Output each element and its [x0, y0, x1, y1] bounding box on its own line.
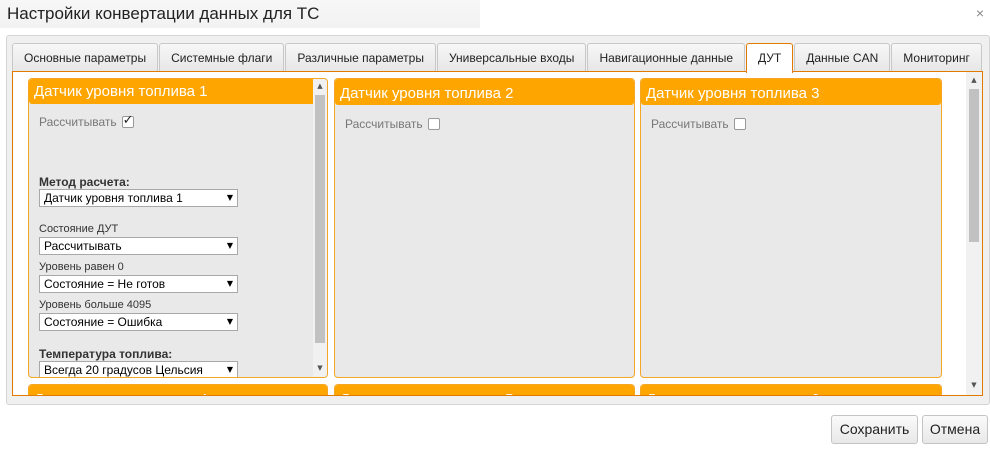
sensor-card-title: Датчик уровня топлива 3	[641, 79, 941, 105]
tab-fuel-sensors[interactable]: ДУТ	[746, 43, 794, 73]
sensor-card-4: Датчик уровня топлива 4	[28, 384, 328, 395]
chevron-down-icon: ▼	[226, 193, 233, 202]
calc-label: Рассчитывать	[39, 115, 117, 129]
card-scrollbar[interactable]: ▲ ▼	[313, 79, 327, 377]
calc-label: Рассчитывать	[345, 117, 423, 131]
sensor-card-title: Датчик уровня топлива 5	[335, 385, 634, 395]
calc-row: Рассчитывать	[39, 113, 134, 129]
calc-row: Рассчитывать	[345, 117, 440, 131]
level0-label: Уровень равен 0	[39, 261, 124, 273]
dialog-title-bar: Настройки конвертации данных для ТС ×	[0, 0, 990, 30]
tab-monitoring[interactable]: Мониторинг	[891, 43, 982, 72]
scrollbar-thumb[interactable]	[969, 89, 979, 242]
tab-basic-params[interactable]: Основные параметры	[12, 43, 159, 72]
temp-label: Температура топлива:	[39, 347, 173, 361]
sensor-card-6: Датчик уровня топлива 6	[640, 384, 942, 395]
sensor-card-5: Датчик уровня топлива 5	[334, 384, 635, 395]
state-label: Состояние ДУТ	[39, 223, 119, 235]
tab-content: Датчик уровня топлива 1 Рассчитывать Мет…	[12, 71, 983, 396]
sensor-card-3: Датчик уровня топлива 3 Рассчитывать	[640, 78, 942, 378]
level4095-label: Уровень больше 4095	[39, 299, 152, 311]
chevron-down-icon: ▼	[226, 279, 233, 288]
state-select-value: Рассчитывать	[44, 239, 122, 253]
method-select[interactable]: Датчик уровня топлива 1 ▼	[39, 189, 238, 207]
state-select[interactable]: Рассчитывать ▼	[39, 237, 238, 255]
tab-universal-inputs[interactable]: Универсальные входы	[436, 43, 587, 72]
chevron-down-icon: ▼	[226, 365, 233, 374]
tab-can-data[interactable]: Данные CAN	[794, 43, 891, 72]
chevron-down-icon: ▼	[226, 241, 233, 250]
calc-row: Рассчитывать	[651, 117, 746, 131]
method-label: Метод расчета:	[39, 175, 130, 189]
level4095-select-value: Состояние = Ошибка	[44, 315, 163, 329]
calc-checkbox[interactable]	[427, 118, 440, 130]
tab-misc-params[interactable]: Различные параметры	[285, 43, 436, 72]
sensor-card-title: Датчик уровня топлива 1	[29, 79, 327, 104]
content-scrollbar[interactable]: ▲ ▼	[966, 72, 982, 395]
scroll-up-icon[interactable]: ▲	[313, 82, 327, 90]
level4095-select[interactable]: Состояние = Ошибка ▼	[39, 313, 238, 331]
sensor-card-title: Датчик уровня топлива 2	[335, 79, 634, 105]
temp-select[interactable]: Всегда 20 градусов Цельсия ▼	[39, 361, 238, 377]
close-icon[interactable]: ×	[976, 5, 984, 21]
level0-select[interactable]: Состояние = Не готов ▼	[39, 275, 238, 293]
scroll-down-icon[interactable]: ▼	[313, 364, 327, 372]
dialog-title: Настройки конвертации данных для ТС	[0, 0, 480, 28]
method-select-value: Датчик уровня топлива 1	[44, 191, 183, 205]
chevron-down-icon: ▼	[226, 317, 233, 326]
sensor-card-1: Датчик уровня топлива 1 Рассчитывать Мет…	[28, 78, 328, 378]
sensor-card-title: Датчик уровня топлива 6	[641, 385, 941, 395]
calc-label: Рассчитывать	[651, 117, 729, 131]
tab-navigation-data[interactable]: Навигационные данные	[587, 43, 746, 72]
tabs-panel: Основные параметры Системные флаги Разли…	[6, 35, 990, 405]
save-button[interactable]: Сохранить	[831, 415, 918, 444]
scrollbar-thumb[interactable]	[315, 95, 325, 343]
sensor-card-title: Датчик уровня топлива 4	[29, 385, 327, 395]
scroll-up-icon[interactable]: ▲	[966, 76, 982, 84]
tab-bar: Основные параметры Системные флаги Разли…	[12, 43, 983, 73]
tab-system-flags[interactable]: Системные флаги	[159, 43, 285, 72]
calc-checkbox[interactable]	[121, 113, 134, 128]
calc-checkbox[interactable]	[733, 118, 746, 130]
level0-select-value: Состояние = Не готов	[44, 277, 166, 291]
sensor-card-2: Датчик уровня топлива 2 Рассчитывать	[334, 78, 635, 378]
cancel-button[interactable]: Отмена	[922, 415, 988, 444]
temp-select-value: Всегда 20 градусов Цельсия	[44, 363, 203, 377]
scroll-down-icon[interactable]: ▼	[966, 381, 982, 389]
